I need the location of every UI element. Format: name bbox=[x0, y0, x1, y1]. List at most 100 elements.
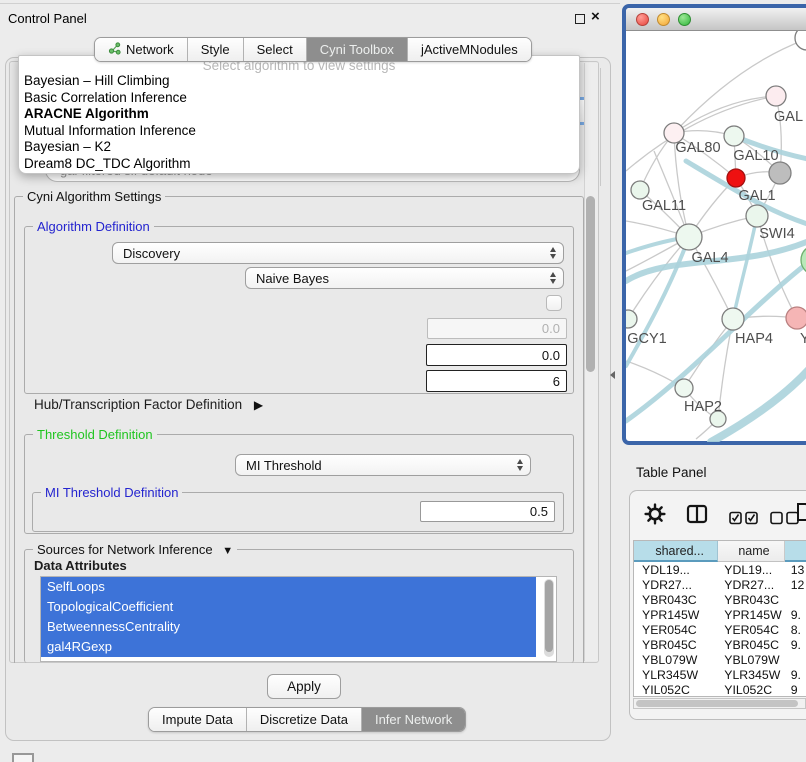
background-groupbox-edge bbox=[600, 68, 601, 186]
column-header-name[interactable]: name bbox=[718, 541, 784, 562]
document-icon[interactable] bbox=[796, 502, 806, 527]
mi-threshold-field[interactable]: 0.5 bbox=[420, 501, 555, 522]
algorithm-option[interactable]: Bayesian – K2 bbox=[22, 139, 111, 155]
algorithm-option[interactable]: Basic Correlation Inference bbox=[22, 90, 187, 106]
expanded-arrow-icon: ▼ bbox=[222, 545, 233, 557]
table-row[interactable]: YBR045C YBR045C 9. bbox=[634, 637, 806, 652]
tab-infer-network[interactable]: Infer Network bbox=[362, 708, 465, 731]
panel-splitter-handle[interactable] bbox=[610, 371, 615, 379]
split-columns-icon[interactable] bbox=[686, 504, 708, 529]
network-node[interactable] bbox=[675, 379, 693, 397]
network-node[interactable] bbox=[722, 308, 744, 330]
zoom-traffic-light-icon[interactable] bbox=[678, 13, 691, 26]
tab-jactivemnodules[interactable]: jActiveMNodules bbox=[408, 38, 531, 61]
table-row[interactable]: YBL079W YBL079W bbox=[634, 652, 806, 667]
network-node[interactable] bbox=[626, 310, 637, 328]
mi-type-value: Naive Bayes bbox=[256, 271, 550, 286]
tab-select[interactable]: Select bbox=[244, 38, 307, 61]
column-header-shared[interactable]: shared... bbox=[634, 541, 718, 562]
network-icon bbox=[108, 42, 121, 58]
minimize-traffic-light-icon[interactable] bbox=[657, 13, 670, 26]
node-label: GAL1 bbox=[738, 188, 775, 204]
table-row[interactable]: YIL052C YIL052C 9 bbox=[634, 682, 806, 697]
control-panel-title: Control Panel bbox=[8, 11, 87, 26]
top-divider bbox=[0, 3, 620, 4]
network-node[interactable] bbox=[746, 205, 768, 227]
column-header[interactable] bbox=[785, 541, 806, 562]
network-node[interactable] bbox=[766, 86, 786, 106]
aracne-mode-value: Discovery bbox=[123, 246, 550, 261]
attribute-item[interactable]: SelfLoops bbox=[41, 577, 536, 597]
apply-button[interactable]: Apply bbox=[267, 674, 341, 699]
algorithm-option[interactable]: Bayesian – Hill Climbing bbox=[22, 73, 170, 89]
table-row[interactable]: YLR345W YLR345W 9. bbox=[634, 667, 806, 682]
sources-group-title[interactable]: Sources for Network Inference ▼ bbox=[33, 542, 237, 557]
aracne-mode-select[interactable]: Discovery bbox=[112, 242, 564, 264]
collapsed-panel-icon[interactable] bbox=[12, 753, 34, 762]
close-traffic-light-icon[interactable] bbox=[636, 13, 649, 26]
combo-arrows-icon bbox=[517, 459, 523, 471]
attributes-scrollbar-thumb[interactable] bbox=[545, 580, 553, 652]
combo-arrows-icon bbox=[550, 247, 556, 259]
table-row[interactable]: YER054C YER054C 8. bbox=[634, 622, 806, 637]
control-panel-tabbar: Network Style Select Cyni Toolbox jActiv… bbox=[94, 37, 532, 62]
attributes-scrollbar[interactable] bbox=[544, 579, 554, 657]
which-threshold-value: MI Threshold bbox=[246, 458, 517, 473]
node-label: GAL4 bbox=[691, 250, 728, 266]
node-table: shared... name YDL19... YDL19... 13 YDR2… bbox=[633, 540, 806, 697]
checked-checkboxes-icon[interactable] bbox=[729, 511, 759, 530]
tab-impute-data[interactable]: Impute Data bbox=[149, 708, 247, 731]
table-panel-title: Table Panel bbox=[636, 465, 707, 480]
data-attributes-label: Data Attributes bbox=[34, 558, 127, 573]
algorithm-option-selected[interactable]: ARACNE Algorithm bbox=[22, 106, 149, 122]
node-label: GCY1 bbox=[627, 331, 667, 347]
network-node[interactable] bbox=[724, 126, 744, 146]
mi-threshold-group-title: MI Threshold Definition bbox=[41, 485, 182, 500]
table-row[interactable]: YPR145W YPR145W 9. bbox=[634, 607, 806, 622]
dpi-tolerance-field[interactable]: 0.0 bbox=[426, 344, 567, 366]
table-row[interactable]: YDR27... YDR27... 12 bbox=[634, 577, 806, 592]
table-hscrollbar-thumb[interactable] bbox=[636, 700, 798, 707]
tab-network[interactable]: Network bbox=[95, 38, 188, 61]
manual-kernel-checkbox[interactable] bbox=[546, 295, 562, 311]
node-label: GAL11 bbox=[642, 198, 686, 214]
data-attributes-list: SelfLoops TopologicalCoefficient Between… bbox=[40, 576, 557, 662]
tab-style[interactable]: Style bbox=[188, 38, 244, 61]
network-node[interactable] bbox=[795, 31, 806, 50]
kernel-width-field[interactable]: 0.0 bbox=[427, 318, 567, 339]
network-node[interactable] bbox=[769, 162, 791, 184]
algorithm-option[interactable]: Dream8 DC_TDC Algorithm bbox=[22, 156, 191, 172]
network-canvas[interactable]: GAL GAL80 GAL10 GAL1 GAL11 SWI4 GAL4 GCY… bbox=[626, 31, 806, 442]
close-icon[interactable]: × bbox=[591, 8, 600, 25]
node-label: HAP4 bbox=[735, 331, 773, 347]
gear-icon[interactable] bbox=[644, 503, 666, 530]
attribute-item[interactable]: gal4RGexp bbox=[41, 637, 536, 657]
settings-scrollbar-thumb[interactable] bbox=[586, 196, 595, 372]
hub-definition-section[interactable]: Hub/Transcription Factor Definition ▶ bbox=[34, 397, 263, 412]
network-node[interactable] bbox=[631, 181, 649, 199]
node-label: SWI4 bbox=[759, 226, 794, 242]
attribute-item[interactable]: TopologicalCoefficient bbox=[41, 597, 536, 617]
node-label: HAP2 bbox=[684, 399, 722, 415]
cyni-settings-group-title: Cyni Algorithm Settings bbox=[23, 189, 165, 204]
network-window-titlebar[interactable] bbox=[626, 8, 806, 31]
mi-steps-field[interactable]: 6 bbox=[426, 370, 567, 392]
tab-discretize-data[interactable]: Discretize Data bbox=[247, 708, 362, 731]
node-label: GAL80 bbox=[675, 140, 720, 156]
combo-arrows-icon bbox=[550, 272, 556, 284]
node-label: Y bbox=[800, 331, 806, 347]
table-row[interactable]: YDL19... YDL19... 13 bbox=[634, 562, 806, 577]
which-threshold-select[interactable]: MI Threshold bbox=[235, 454, 531, 476]
network-node[interactable] bbox=[676, 224, 702, 250]
algorithm-option[interactable]: Mutual Information Inference bbox=[22, 123, 196, 139]
tab-cyni-toolbox[interactable]: Cyni Toolbox bbox=[307, 38, 408, 61]
network-node[interactable] bbox=[786, 307, 806, 329]
node-label: GAL10 bbox=[733, 148, 778, 164]
mi-type-select[interactable]: Naive Bayes bbox=[245, 267, 564, 289]
table-hscrollbar-track[interactable] bbox=[633, 698, 806, 709]
attribute-item[interactable]: BetweennessCentrality bbox=[41, 617, 536, 637]
network-node-selected[interactable] bbox=[727, 169, 745, 187]
table-row[interactable]: YBR043C YBR043C bbox=[634, 592, 806, 607]
float-panel-icon[interactable] bbox=[575, 14, 585, 24]
application-root: Control Panel × Network Style Select Cyn… bbox=[0, 0, 806, 762]
